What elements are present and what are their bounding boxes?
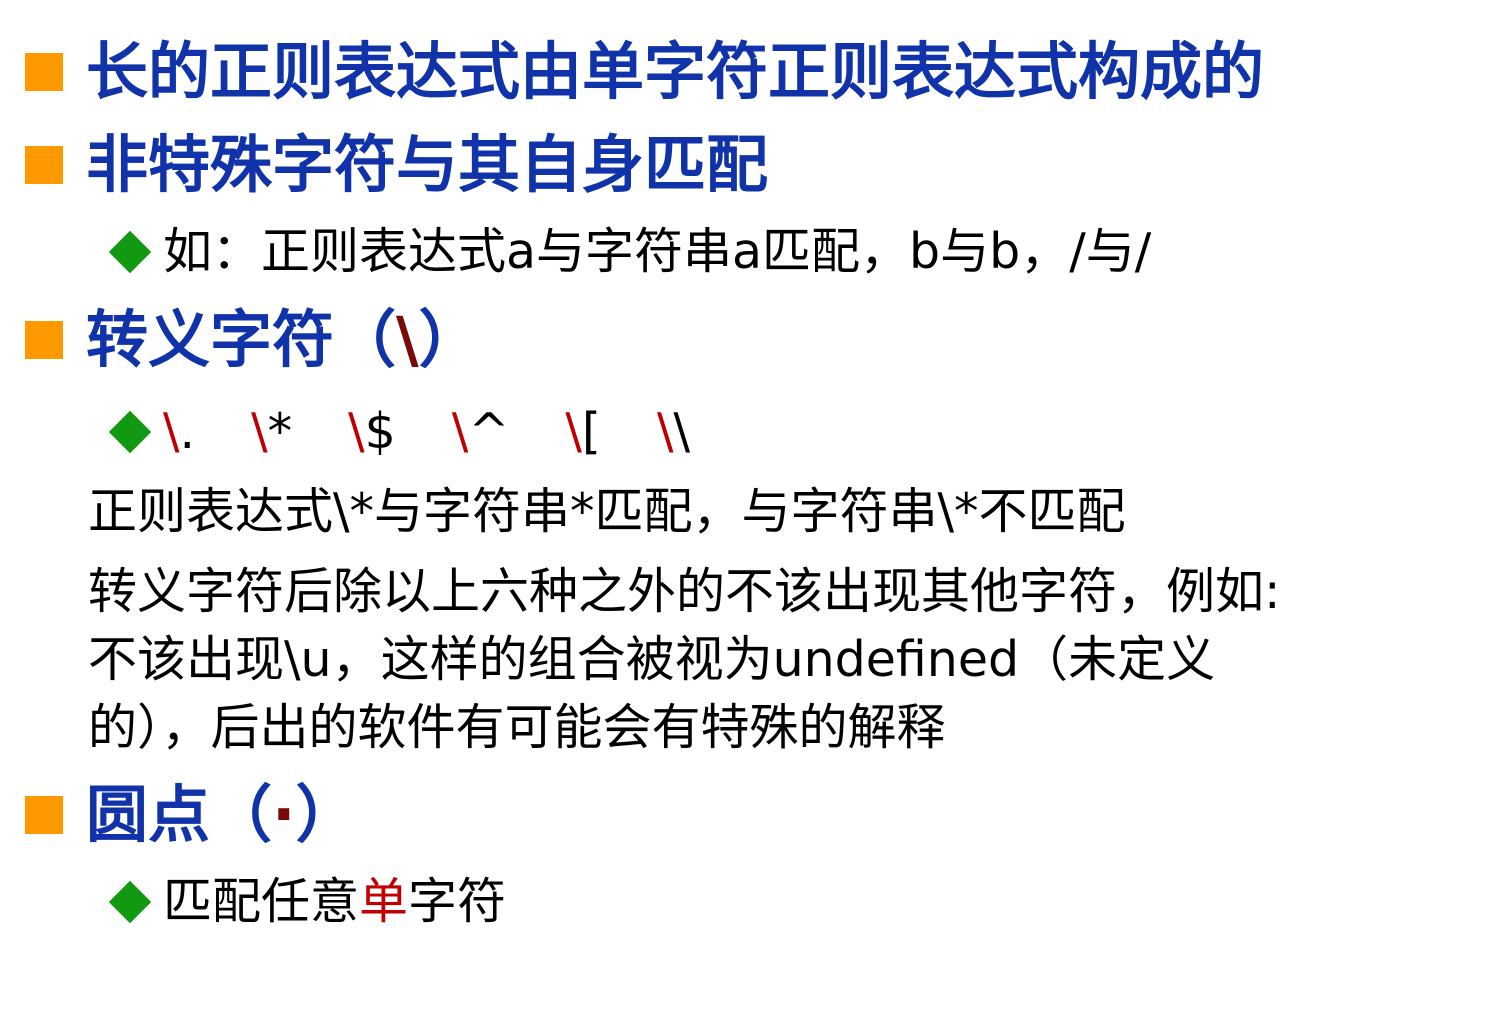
bullet-line-2: 非特殊字符与其自身匹配 bbox=[0, 125, 1493, 205]
orange-square-bullet-icon bbox=[25, 146, 63, 184]
bullet-3-close: ） bbox=[418, 303, 481, 376]
paragraph-1: 正则表达式\*与字符串*匹配，与字符串\*不匹配 bbox=[88, 483, 1126, 540]
orange-square-bullet-icon bbox=[25, 321, 63, 359]
bullet-4-text: 圆点（·） bbox=[86, 775, 358, 855]
sub-bullet-line-2: 如：正则表达式a与字符串a匹配，b与b，/与/ bbox=[0, 222, 1493, 282]
bullet-1-text: 长的正则表达式由单字符正则表达式构成的 bbox=[86, 35, 1265, 108]
escape-item: \$ bbox=[348, 403, 396, 460]
bullet-3-label: 转义字符（ bbox=[86, 303, 397, 376]
dot-symbol: · bbox=[272, 778, 296, 851]
green-diamond-bullet-icon bbox=[108, 880, 152, 924]
green-diamond-bullet-icon bbox=[108, 230, 152, 274]
orange-square-bullet-icon bbox=[25, 53, 63, 91]
bullet-4-close: ） bbox=[295, 778, 358, 851]
sub-bullet-4-red: 单 bbox=[359, 873, 409, 930]
bullet-3-text: 转义字符（\） bbox=[86, 300, 481, 380]
sub-bullet-line-4: 匹配任意单字符 bbox=[0, 872, 1493, 932]
escape-item: \\ bbox=[657, 403, 691, 460]
backslash-symbol: \ bbox=[396, 303, 419, 376]
sub-bullet-4-post: 字符 bbox=[408, 873, 507, 930]
sub-bullet-line-3: \. \* \$ \^ \[ \\ bbox=[0, 402, 1493, 462]
bullet-4-label: 圆点（ bbox=[86, 778, 273, 851]
escape-item: \. bbox=[163, 403, 196, 460]
sub-bullet-4-pre: 匹配任意 bbox=[163, 873, 360, 930]
escape-item: \[ bbox=[565, 403, 602, 460]
sub-bullet-4-text: 匹配任意单字符 bbox=[163, 872, 506, 932]
sub-bullet-2-text: 如：正则表达式a与字符串a匹配，b与b，/与/ bbox=[163, 223, 1152, 280]
escape-item: \^ bbox=[451, 403, 510, 460]
paragraph-2-line-2: 不该出现\u，这样的组合被视为undefined（未定义 bbox=[88, 631, 1216, 688]
bullet-2-text: 非特殊字符与其自身匹配 bbox=[86, 128, 769, 201]
escape-item: \* bbox=[251, 403, 293, 460]
paragraph-2-line-3: 的），后出的软件有可能会有特殊的解释 bbox=[88, 699, 946, 756]
green-diamond-bullet-icon bbox=[108, 410, 152, 454]
escape-list: \. \* \$ \^ \[ \\ bbox=[163, 402, 690, 462]
bullet-line-1: 长的正则表达式由单字符正则表达式构成的 bbox=[0, 32, 1493, 112]
bullet-line-4: 圆点（·） bbox=[0, 775, 1493, 855]
orange-square-bullet-icon bbox=[25, 796, 63, 834]
paragraph-2: 转义字符后除以上六种之外的不该出现其他字符，例如: 不该出现\u，这样的组合被视… bbox=[88, 558, 1488, 762]
paragraph-2-line-1: 转义字符后除以上六种之外的不该出现其他字符，例如: bbox=[88, 563, 1281, 620]
bullet-line-3: 转义字符（\） bbox=[0, 300, 1493, 380]
